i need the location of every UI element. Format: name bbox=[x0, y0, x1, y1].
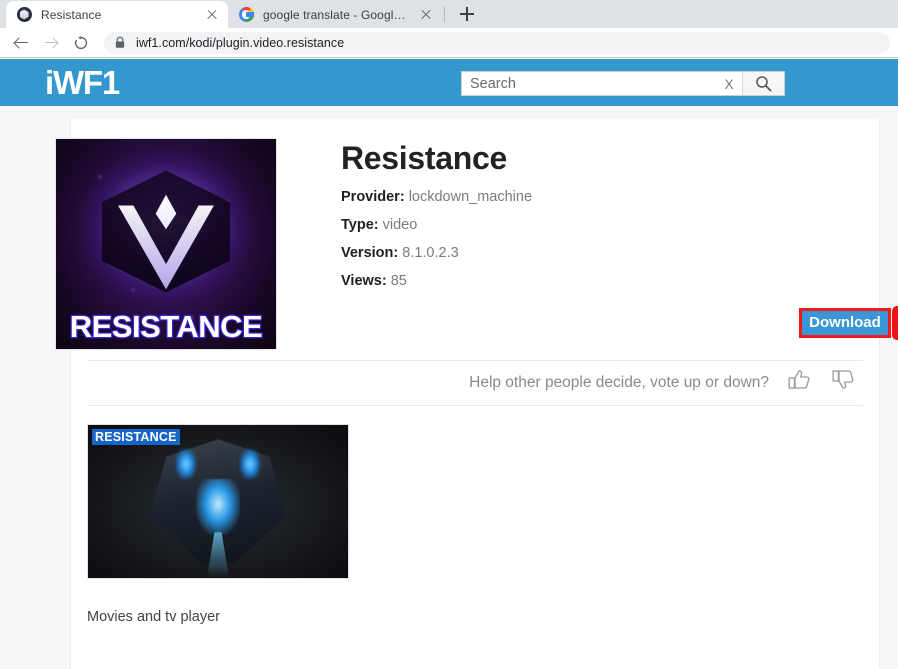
thumbs-down-icon[interactable] bbox=[831, 368, 857, 397]
meta-label: Provider: bbox=[341, 189, 405, 205]
lock-icon bbox=[114, 36, 126, 49]
resistance-favicon bbox=[16, 7, 32, 23]
content-card: RESISTANCE Resistance Provider: lockdown… bbox=[55, 119, 898, 669]
meta-row-version: Version: 8.1.0.2.3 bbox=[341, 244, 879, 262]
p2-annotation-badge: P2 bbox=[892, 305, 898, 340]
item-description: Movies and tv player bbox=[87, 608, 220, 625]
search-box: X bbox=[461, 71, 785, 96]
tab-strip: Resistance google translate - Google Sea… bbox=[0, 0, 898, 28]
download-button[interactable]: Download bbox=[802, 310, 888, 335]
page-content: iWF1 X bbox=[0, 59, 898, 669]
tab-title: Resistance bbox=[41, 7, 102, 22]
meta-label: Version: bbox=[341, 244, 399, 261]
site-header: iWF1 X bbox=[0, 59, 898, 106]
reload-icon[interactable] bbox=[68, 30, 94, 56]
browser-window: Resistance google translate - Google Sea… bbox=[0, 0, 898, 669]
clear-search-icon[interactable]: X bbox=[716, 72, 742, 95]
vote-prompt-text: Help other people decide, vote up or dow… bbox=[469, 373, 769, 391]
meta-value: video bbox=[382, 216, 418, 233]
vote-row: Help other people decide, vote up or dow… bbox=[71, 361, 879, 405]
screenshot-area: RESISTANCE bbox=[71, 406, 879, 579]
tab-google-translate[interactable]: google translate - Google Search bbox=[228, 1, 442, 28]
meta-label: Type: bbox=[341, 216, 379, 233]
url-text: iwf1.com/kodi/plugin.video.resistance bbox=[136, 35, 345, 50]
meta-label: Views: bbox=[341, 272, 387, 289]
item-header: RESISTANCE Resistance Provider: lockdown… bbox=[55, 119, 898, 360]
browser-toolbar: iwf1.com/kodi/plugin.video.resistance bbox=[0, 28, 898, 58]
address-bar[interactable]: iwf1.com/kodi/plugin.video.resistance bbox=[104, 31, 890, 54]
poster-title-text: RESISTANCE bbox=[69, 308, 264, 345]
meta-value: 8.1.0.2.3 bbox=[402, 244, 459, 261]
tab-resistance[interactable]: Resistance bbox=[6, 1, 228, 28]
meta-row-type: Type: video bbox=[341, 216, 879, 234]
thumbs-up-icon[interactable] bbox=[787, 368, 813, 397]
close-icon[interactable] bbox=[418, 7, 434, 23]
download-area: Download P2 bbox=[341, 302, 898, 360]
search-input[interactable] bbox=[462, 72, 716, 95]
google-favicon bbox=[238, 7, 254, 23]
item-screenshot-image[interactable]: RESISTANCE bbox=[87, 423, 349, 579]
site-logo[interactable]: iWF1 bbox=[45, 66, 120, 99]
page-title: Resistance bbox=[341, 140, 507, 176]
meta-row-provider: Provider: lockdown_machine bbox=[341, 189, 879, 206]
item-metadata: Resistance Provider: lockdown_machine Ty… bbox=[277, 138, 898, 360]
tab-divider bbox=[444, 6, 445, 22]
meta-value: lockdown_machine bbox=[408, 189, 533, 205]
close-icon[interactable] bbox=[204, 7, 220, 23]
screenshot-label: RESISTANCE bbox=[92, 428, 180, 445]
magnifier-icon[interactable] bbox=[742, 72, 784, 95]
forward-arrow-icon bbox=[38, 30, 64, 56]
meta-row-views: Views: 85 bbox=[341, 272, 879, 290]
new-tab-button[interactable] bbox=[453, 0, 481, 28]
tab-title: google translate - Google Search bbox=[263, 7, 412, 22]
meta-value: 85 bbox=[390, 272, 407, 289]
back-arrow-icon[interactable] bbox=[8, 30, 34, 56]
item-poster-image: RESISTANCE bbox=[55, 138, 277, 350]
